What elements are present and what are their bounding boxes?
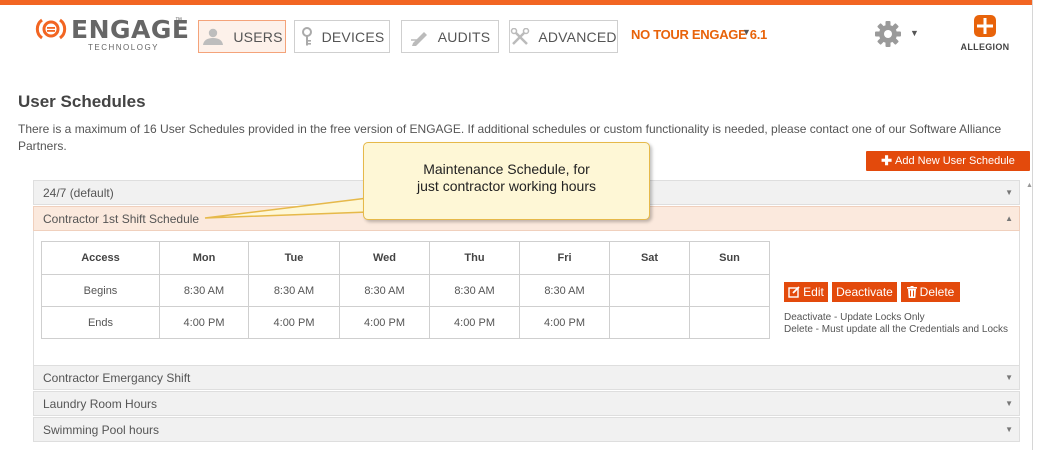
table-header-cell: Wed xyxy=(339,241,430,275)
schedule-name: 24/7 (default) xyxy=(43,185,114,200)
add-user-schedule-label: Add New User Schedule xyxy=(895,155,1015,167)
table-header-cell: Sat xyxy=(609,241,690,275)
delete-button[interactable]: Delete xyxy=(901,282,960,302)
schedule-name: Contractor 1st Shift Schedule xyxy=(43,211,200,226)
edit-button[interactable]: Edit xyxy=(784,282,828,302)
schedule-row-contractor-emergancy[interactable]: Contractor Emergancy Shift ▼ xyxy=(33,365,1020,390)
table-cell: 4:00 PM xyxy=(339,306,430,339)
nav-advanced[interactable]: ADVANCED xyxy=(509,20,618,53)
table-cell: 8:30 AM xyxy=(429,274,520,307)
table-header-cell: Fri xyxy=(519,241,610,275)
table-cell: 4:00 PM xyxy=(248,306,340,339)
allegion-mark-icon xyxy=(974,15,996,37)
edit-label: Edit xyxy=(803,285,824,299)
user-icon xyxy=(203,28,224,45)
delete-help: Delete - Must update all the Credentials… xyxy=(784,324,1009,335)
table-cell xyxy=(609,274,690,307)
engage-logo[interactable]: ENGAGE ™ TECHNOLOGY xyxy=(33,13,189,53)
table-cell: 8:30 AM xyxy=(339,274,430,307)
table-cell: 4:00 PM xyxy=(519,306,610,339)
delete-label: Delete xyxy=(919,285,955,299)
table-cell: 8:30 AM xyxy=(248,274,340,307)
deactivate-label: Deactivate xyxy=(836,285,893,299)
allegion-logo: ALLEGION xyxy=(955,15,1015,57)
add-user-schedule-button[interactable]: ✚ Add New User Schedule xyxy=(866,151,1030,171)
chevron-down-icon: ▼ xyxy=(1005,425,1013,434)
table-cell: Begins xyxy=(41,274,160,307)
table-cell: 8:30 AM xyxy=(159,274,249,307)
nav-users[interactable]: USERS xyxy=(198,20,286,53)
table-cell xyxy=(689,306,770,339)
table-header-cell: Tue xyxy=(248,241,340,275)
schedule-name: Swimming Pool hours xyxy=(43,422,160,437)
table-cell: 4:00 PM xyxy=(429,306,520,339)
schedule-row-laundry-room[interactable]: Laundry Room Hours ▼ xyxy=(33,391,1020,416)
scroll-up-icon[interactable]: ▲ xyxy=(1026,182,1033,189)
table-cell xyxy=(689,274,770,307)
schedule-name: Contractor Emergancy Shift xyxy=(43,370,191,385)
chevron-down-icon: ▼ xyxy=(1005,188,1013,197)
callout-line-1: Maintenance Schedule, for xyxy=(423,161,590,177)
deactivate-button[interactable]: Deactivate xyxy=(832,282,897,302)
annotation-callout: Maintenance Schedule, for just contracto… xyxy=(363,142,650,220)
trash-icon xyxy=(906,286,917,298)
table-header-cell: Sun xyxy=(689,241,770,275)
pencil-icon xyxy=(410,31,427,46)
chevron-down-icon[interactable]: ▼ xyxy=(742,27,751,37)
table-header-cell: Thu xyxy=(429,241,520,275)
schedule-row-swimming-pool[interactable]: Swimming Pool hours ▼ xyxy=(33,417,1020,442)
nav-audits[interactable]: AUDITS xyxy=(401,20,499,53)
allegion-wordmark: ALLEGION xyxy=(960,42,1010,52)
tools-icon xyxy=(511,27,530,45)
action-help-text: Deactivate - Update Locks Only Delete - … xyxy=(784,312,1008,336)
edit-icon xyxy=(788,286,800,298)
table-header-row: Access Mon Tue Wed Thu Fri Sat Sun xyxy=(41,241,770,275)
table-header-cell: Mon xyxy=(159,241,249,275)
nav-audits-label: AUDITS xyxy=(437,28,491,45)
nav-devices-label: DEVICES xyxy=(321,28,385,45)
table-header-cell: Access xyxy=(41,241,160,275)
gear-icon[interactable] xyxy=(873,19,903,49)
table-row: Begins 8:30 AM 8:30 AM 8:30 AM 8:30 AM 8… xyxy=(41,274,770,307)
chevron-down-icon: ▼ xyxy=(1005,399,1013,408)
logo-trademark: ™ xyxy=(175,17,182,24)
logo-tagline: TECHNOLOGY xyxy=(88,43,160,52)
table-cell: 4:00 PM xyxy=(159,306,249,339)
settings-caret-icon[interactable]: ▼ xyxy=(910,28,919,38)
table-cell: 8:30 AM xyxy=(519,274,610,307)
plus-icon: ✚ xyxy=(881,153,893,168)
top-accent-bar xyxy=(0,0,1032,5)
chevron-up-icon: ▲ xyxy=(1005,214,1013,223)
deactivate-help: Deactivate - Update Locks Only xyxy=(784,312,925,323)
table-row: Ends 4:00 PM 4:00 PM 4:00 PM 4:00 PM 4:0… xyxy=(41,306,770,339)
nav-users-label: USERS xyxy=(233,28,283,45)
schedule-name: Laundry Room Hours xyxy=(43,396,158,411)
schedule-table: Access Mon Tue Wed Thu Fri Sat Sun Begin… xyxy=(41,241,770,339)
page-border xyxy=(1032,0,1033,450)
table-cell: Ends xyxy=(41,306,160,339)
key-icon xyxy=(301,26,312,45)
page-title: User Schedules xyxy=(18,92,146,111)
logo-wordmark: ENGAGE xyxy=(71,15,190,44)
nav-advanced-label: ADVANCED xyxy=(538,28,617,45)
nav-devices[interactable]: DEVICES xyxy=(294,20,390,53)
callout-line-2: just contractor working hours xyxy=(417,178,596,194)
table-cell xyxy=(609,306,690,339)
wireless-lock-icon xyxy=(35,18,67,40)
chevron-down-icon: ▼ xyxy=(1005,373,1013,382)
